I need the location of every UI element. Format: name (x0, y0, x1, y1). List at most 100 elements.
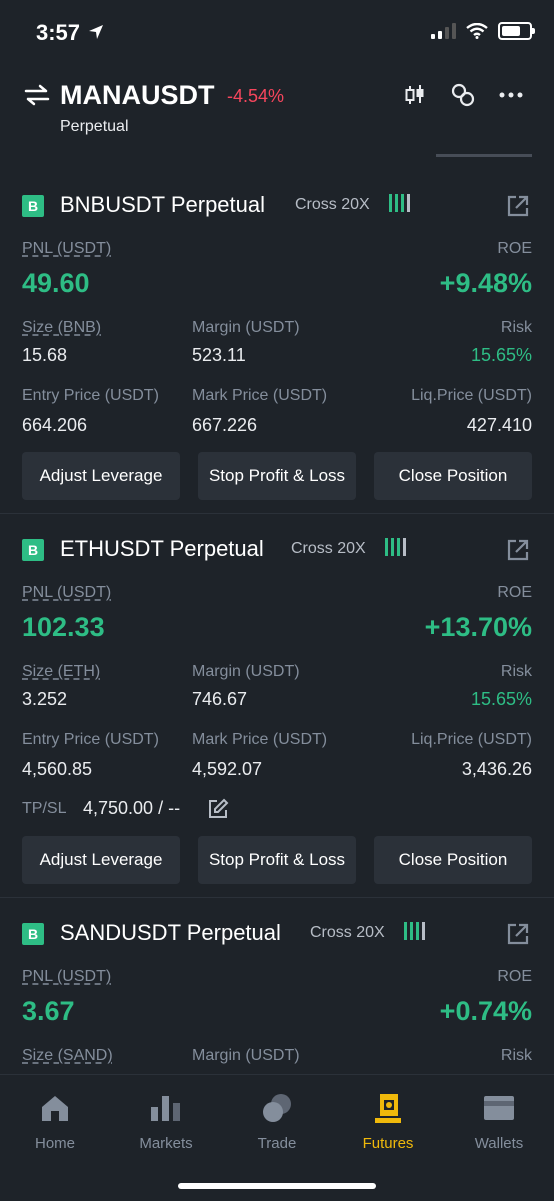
symbol-title[interactable]: MANAUSDT (60, 80, 215, 111)
contract-header: MANAUSDT -4.54% Perpetual (0, 70, 554, 160)
price-change: -4.54% (227, 86, 285, 106)
tab-label: Futures (362, 1135, 414, 1152)
pair-name[interactable]: SANDUSDT Perpetual (60, 920, 281, 946)
size-value: 15.68 (22, 345, 68, 365)
b-badge-icon: B (22, 539, 44, 561)
position-title-row: B SANDUSDT Perpetual Cross 20X (22, 920, 532, 950)
margin-mode: Cross 20X (291, 540, 366, 557)
tab-label: Wallets (474, 1135, 524, 1152)
risk-label: Risk (500, 663, 532, 680)
battery-icon (498, 22, 535, 40)
margin-label: Margin (USDT) (192, 1047, 300, 1064)
roe-value: +0.74% (439, 996, 532, 1026)
tab-trade[interactable]: Trade (222, 1091, 332, 1152)
cellular-signal-icon (431, 23, 456, 39)
bottom-tab-bar: Home Markets Trade Futures Wallets (0, 1074, 554, 1201)
risk-label: Risk (500, 319, 532, 336)
entry-price-value: 4,560.85 (22, 759, 93, 779)
risk-bars-icon (389, 194, 410, 212)
entry-price-label: Entry Price (USDT) (22, 387, 159, 404)
close-position-button[interactable]: Close Position (374, 452, 532, 500)
pnl-value: 102.33 (22, 612, 105, 642)
mark-price-label: Mark Price (USDT) (192, 731, 328, 748)
trade-icon (263, 1094, 291, 1122)
liq-price-value: 427.410 (466, 415, 532, 435)
pnl-label[interactable]: PNL (USDT) (22, 968, 111, 986)
position-title-row: B BNBUSDT Perpetual Cross 20X (22, 192, 532, 222)
contract-type: Perpetual (60, 118, 129, 135)
margin-mode: Cross 20X (295, 196, 370, 213)
b-badge-icon: B (22, 195, 44, 217)
header-actions (402, 82, 524, 108)
risk-label: Risk (500, 1047, 532, 1064)
position-card: B SANDUSDT Perpetual Cross 20X PNL (USDT… (0, 898, 554, 1070)
edit-icon[interactable] (207, 798, 229, 820)
swap-icon[interactable] (24, 82, 50, 108)
tab-label: Home (34, 1135, 75, 1152)
entry-price-label: Entry Price (USDT) (22, 731, 159, 748)
pnl-value: 3.67 (22, 996, 75, 1026)
tpsl-label: TP/SL (22, 800, 67, 817)
margin-value: 746.67 (192, 689, 248, 709)
stop-profit-loss-button[interactable]: Stop Profit & Loss (198, 836, 356, 884)
stop-profit-loss-button[interactable]: Stop Profit & Loss (198, 452, 356, 500)
size-label[interactable]: Size (BNB) (22, 319, 101, 337)
candlestick-chart-icon[interactable] (402, 82, 428, 108)
home-indicator (178, 1183, 376, 1189)
risk-value: 15.65% (470, 689, 532, 709)
size-value: 3.252 (22, 689, 68, 709)
pnl-value: 49.60 (22, 268, 90, 298)
risk-value: 15.65% (470, 345, 532, 365)
liq-price-label: Liq.Price (USDT) (411, 387, 532, 404)
adjust-leverage-button[interactable]: Adjust Leverage (22, 836, 180, 884)
positions-list: B BNBUSDT Perpetual Cross 20X PNL (USDT)… (0, 170, 554, 1070)
pair-name[interactable]: BNBUSDT Perpetual (60, 192, 265, 218)
mark-price-label: Mark Price (USDT) (192, 387, 328, 404)
size-label[interactable]: Size (SAND) (22, 1047, 113, 1065)
more-icon[interactable] (498, 82, 524, 108)
adjust-leverage-button[interactable]: Adjust Leverage (22, 452, 180, 500)
mark-price-value: 4,592.07 (192, 759, 263, 779)
roe-label: ROE (497, 968, 532, 985)
status-bar: 3:57 (0, 0, 554, 70)
roe-label: ROE (497, 240, 532, 257)
position-title-row: B ETHUSDT Perpetual Cross 20X (22, 536, 532, 566)
close-position-button[interactable]: Close Position (374, 836, 532, 884)
status-time: 3:57 (36, 20, 81, 45)
share-icon[interactable] (506, 194, 530, 218)
home-icon (42, 1096, 68, 1121)
roe-value: +9.48% (439, 268, 532, 298)
liq-price-label: Liq.Price (USDT) (411, 731, 532, 748)
wifi-icon (466, 23, 488, 39)
tpsl-value: 4,750.00 / -- (83, 798, 181, 818)
roe-label: ROE (497, 584, 532, 601)
tab-markets[interactable]: Markets (111, 1091, 221, 1152)
margin-label: Margin (USDT) (192, 663, 300, 680)
risk-bars-icon (404, 922, 425, 940)
link-icon[interactable] (450, 82, 476, 108)
location-arrow-icon (89, 25, 103, 39)
pair-name[interactable]: ETHUSDT Perpetual (60, 536, 264, 562)
tab-wallets[interactable]: Wallets (444, 1091, 554, 1152)
risk-bars-icon (385, 538, 406, 556)
margin-value: 523.11 (192, 345, 246, 365)
mark-price-value: 667.226 (192, 415, 258, 435)
futures-icon (375, 1094, 401, 1123)
margin-label: Margin (USDT) (192, 319, 300, 336)
markets-icon (151, 1096, 180, 1121)
size-label[interactable]: Size (ETH) (22, 663, 100, 681)
position-card: B ETHUSDT Perpetual Cross 20X PNL (USDT)… (0, 514, 554, 898)
tab-home[interactable]: Home (0, 1091, 110, 1152)
position-card: B BNBUSDT Perpetual Cross 20X PNL (USDT)… (0, 170, 554, 514)
share-icon[interactable] (506, 922, 530, 946)
tab-futures[interactable]: Futures (333, 1091, 443, 1152)
pnl-label[interactable]: PNL (USDT) (22, 240, 111, 258)
share-icon[interactable] (506, 538, 530, 562)
b-badge-icon: B (22, 923, 44, 945)
roe-value: +13.70% (424, 612, 532, 642)
tab-indicator (436, 154, 532, 157)
margin-mode: Cross 20X (310, 924, 385, 941)
entry-price-value: 664.206 (22, 415, 88, 435)
pnl-label[interactable]: PNL (USDT) (22, 584, 111, 602)
tab-label: Trade (257, 1135, 297, 1152)
